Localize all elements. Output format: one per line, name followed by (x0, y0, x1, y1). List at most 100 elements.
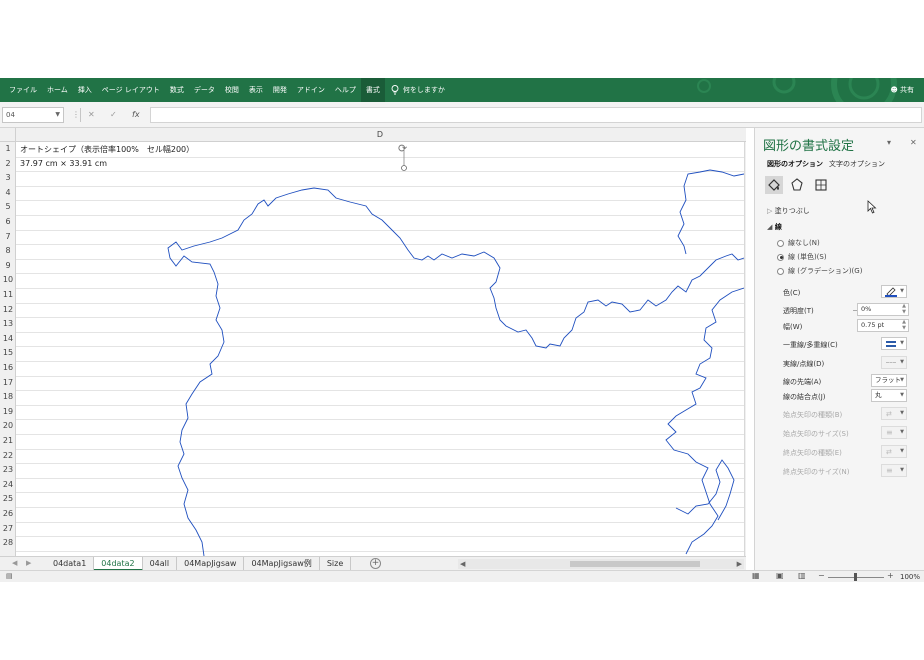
join-type-dropdown[interactable]: 丸 ▼ (871, 389, 907, 402)
ribbon-tab[interactable]: 挿入 (73, 78, 97, 102)
sheet-tab[interactable]: 04data2 (94, 557, 143, 571)
row-header[interactable]: 21 (0, 434, 16, 449)
rotate-icon[interactable]: ⟳ (398, 142, 407, 155)
ribbon-tab[interactable]: データ (189, 78, 220, 102)
section-fill[interactable]: ▷ 塗りつぶし (767, 206, 810, 216)
compound-type-dropdown[interactable]: ▼ (881, 337, 907, 350)
row-header[interactable]: 10 (0, 273, 16, 288)
row-header[interactable]: 17 (0, 376, 16, 391)
row-header[interactable]: 13 (0, 317, 16, 332)
radio-no-line[interactable]: 線なし(N) (777, 238, 820, 248)
cap-type-dropdown[interactable]: フラット ▼ (871, 374, 907, 387)
page-layout-view-icon[interactable]: ▣ (776, 571, 784, 580)
section-line[interactable]: ◢ 線 (767, 222, 782, 232)
page-break-view-icon[interactable]: ▥ (798, 571, 806, 580)
row-header[interactable]: 26 (0, 507, 16, 522)
tell-me-search[interactable]: 何をしますか (391, 85, 445, 95)
ribbon-tab[interactable]: アドイン (292, 78, 330, 102)
add-sheet-button[interactable]: + (370, 558, 381, 569)
transparency-input[interactable]: 0% ▲ ▼ (857, 303, 909, 316)
row-header[interactable]: 5 (0, 200, 16, 215)
next-sheet-icon[interactable]: ▶ (26, 557, 31, 570)
fill-line-icon[interactable] (765, 176, 783, 194)
scroll-right-icon[interactable]: ▶ (737, 559, 742, 569)
tab-text-options[interactable]: 文字のオプション (829, 159, 885, 169)
fx-icon[interactable]: fx (132, 107, 140, 123)
begin-arrow-type-dropdown[interactable]: ⇄ ▼ (881, 407, 907, 420)
close-icon[interactable]: ✕ (910, 138, 917, 147)
prev-sheet-icon[interactable]: ◀ (12, 557, 17, 570)
horizontal-scroll-thumb[interactable] (570, 561, 700, 567)
radio-button[interactable] (777, 253, 784, 261)
name-box[interactable]: 04 ▼ (2, 107, 64, 123)
ribbon-tab[interactable]: ファイル (4, 78, 42, 102)
radio-gradient-line[interactable]: 線 (グラデーション)(G) (777, 266, 862, 276)
sheet-tab[interactable]: 04MapJigsaw (177, 557, 245, 571)
select-all-corner[interactable] (0, 128, 16, 142)
ribbon-tab[interactable]: ページ レイアウト (97, 78, 165, 102)
scroll-left-icon[interactable]: ◀ (460, 559, 465, 569)
ribbon-tab[interactable]: 開発 (268, 78, 292, 102)
row-header[interactable]: 6 (0, 215, 16, 230)
begin-arrow-size-dropdown[interactable]: ≡ ▼ (881, 426, 907, 439)
sheet-tab[interactable]: 04MapJigsaw例 (244, 557, 320, 571)
formula-input[interactable] (150, 107, 922, 123)
normal-view-icon[interactable]: ▦ (752, 571, 760, 580)
row-header[interactable]: 27 (0, 522, 16, 537)
row-header[interactable]: 15 (0, 346, 16, 361)
row-header[interactable]: 2 (0, 157, 16, 172)
row-header[interactable]: 7 (0, 230, 16, 245)
map-freeform-shape[interactable]: ⟳ (16, 142, 744, 556)
share-button[interactable]: ☻ 共有 (890, 78, 914, 102)
enter-icon[interactable]: ✓ (110, 107, 117, 123)
sheet-tab[interactable]: 04all (143, 557, 178, 571)
row-header[interactable]: 19 (0, 405, 16, 420)
worksheet-grid[interactable]: D 1 2 3 4 5 6 7 8 9 10 11 12 13 14 15 16 17 18 19 20 21 22 23 2… (0, 128, 746, 556)
ribbon-tab[interactable]: 書式 (360, 78, 385, 102)
row-header[interactable]: 24 (0, 478, 16, 493)
size-properties-icon[interactable] (812, 176, 830, 194)
row-header[interactable]: 8 (0, 244, 16, 259)
row-header[interactable]: 28 (0, 536, 16, 551)
radio-button[interactable] (777, 267, 784, 275)
zoom-in-icon[interactable]: + (887, 571, 894, 580)
chevron-down-icon[interactable]: ▼ (55, 108, 60, 122)
sheet-tab[interactable]: 04data1 (46, 557, 95, 571)
pane-options-icon[interactable]: ▾ (887, 138, 891, 147)
tab-shape-options[interactable]: 図形のオプション (767, 159, 823, 169)
ribbon-tab[interactable]: 数式 (165, 78, 189, 102)
cancel-icon[interactable]: ✕ (88, 107, 95, 123)
row-header[interactable]: 20 (0, 419, 16, 434)
width-input[interactable]: 0.75 pt ▲ ▼ (857, 319, 909, 332)
ribbon-tab[interactable]: ヘルプ (330, 78, 361, 102)
row-header[interactable]: 16 (0, 361, 16, 376)
ribbon-tab[interactable]: 校閲 (220, 78, 244, 102)
line-color-picker[interactable]: ▼ (881, 285, 907, 298)
row-header[interactable]: 14 (0, 332, 16, 347)
ribbon-tab[interactable]: 表示 (244, 78, 268, 102)
horizontal-scrollbar[interactable]: ◀ ▶ (458, 559, 744, 569)
row-header[interactable]: 12 (0, 303, 16, 318)
zoom-level[interactable]: 100% (900, 571, 920, 583)
spinner-icon[interactable]: ▲ ▼ (902, 303, 906, 315)
row-header[interactable]: 25 (0, 492, 16, 507)
sheet-tab[interactable]: Size (320, 557, 352, 571)
row-header[interactable]: 23 (0, 463, 16, 478)
row-header[interactable]: 3 (0, 171, 16, 186)
row-header[interactable]: 22 (0, 449, 16, 464)
row-header[interactable]: 1 (0, 142, 16, 157)
dash-type-dropdown[interactable]: ▼ (881, 356, 907, 369)
end-arrow-size-dropdown[interactable]: ≡ ▼ (881, 464, 907, 477)
vertical-scrollbar[interactable] (744, 142, 746, 556)
row-header[interactable]: 9 (0, 259, 16, 274)
row-header[interactable]: 18 (0, 390, 16, 405)
zoom-slider-thumb[interactable] (854, 573, 857, 581)
radio-button[interactable] (777, 239, 784, 247)
end-arrow-type-dropdown[interactable]: ⇄ ▼ (881, 445, 907, 458)
selection-handle[interactable] (401, 165, 407, 171)
spinner-icon[interactable]: ▲ ▼ (902, 319, 906, 331)
effects-icon[interactable] (788, 176, 806, 194)
row-header[interactable]: 11 (0, 288, 16, 303)
zoom-out-icon[interactable]: − (818, 571, 825, 580)
radio-solid-line[interactable]: 線 (単色)(S) (777, 252, 827, 262)
